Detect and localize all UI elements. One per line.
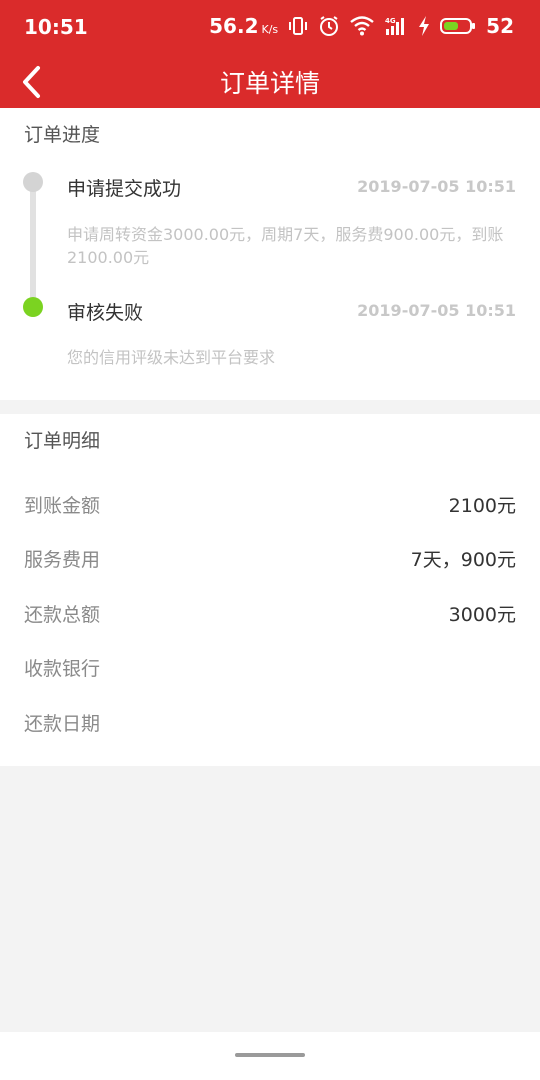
progress-title: 订单进度 <box>24 124 101 146</box>
timeline-line <box>30 184 36 308</box>
status-time: 10:51 <box>24 15 88 39</box>
network-speed-value: 56.2 <box>209 14 259 38</box>
detail-label-service-fee: 服务费用 <box>24 549 101 571</box>
battery-percent: 52 <box>486 14 514 38</box>
step-desc-failed: 您的信用评级未达到平台要求 <box>67 348 276 367</box>
step-title-failed: 审核失败 <box>67 302 144 324</box>
wifi-icon <box>350 16 374 36</box>
detail-label-received: 到账金额 <box>24 495 101 517</box>
vibrate-icon <box>288 16 308 36</box>
network-speed-unit: K/s <box>261 23 279 36</box>
signal-4g-icon: 4G <box>384 16 408 36</box>
detail-value-service-fee: 7天，900元 <box>410 549 516 571</box>
step-desc-submitted: 申请周转资金3000.00元，周期7天，服务费900.00元，到账2100.00… <box>67 225 504 267</box>
details-title: 订单明细 <box>24 430 101 452</box>
status-icons: 56.2 K/s 4G 52 <box>209 14 514 38</box>
order-progress-card: 订单进度 申请提交成功 2019-07-05 10:51 申请周转资金3000.… <box>0 108 540 400</box>
nav-bar: 订单详情 <box>0 56 540 108</box>
detail-label-bank: 收款银行 <box>24 658 101 680</box>
timeline-dot-failed <box>23 297 43 317</box>
detail-label-total-repay: 还款总额 <box>24 604 101 626</box>
status-bar: 10:51 56.2 K/s 4G 52 <box>0 0 540 56</box>
step-time-submitted: 2019-07-05 10:51 <box>357 177 516 196</box>
order-details-card: 订单明细 到账金额 2100元 服务费用 7天，900元 还款总额 3000元 … <box>0 414 540 766</box>
alarm-icon <box>318 15 340 37</box>
step-title-submitted: 申请提交成功 <box>67 178 182 200</box>
detail-value-total-repay: 3000元 <box>448 604 516 626</box>
detail-label-repay-date: 还款日期 <box>24 713 101 735</box>
page-title: 订单详情 <box>219 69 320 98</box>
timeline-dot-submitted <box>23 172 43 192</box>
svg-text:4G: 4G <box>385 17 396 25</box>
battery-icon <box>440 16 476 36</box>
home-indicator[interactable] <box>235 1053 305 1057</box>
detail-value-received: 2100元 <box>448 495 516 517</box>
step-time-failed: 2019-07-05 10:51 <box>357 301 516 320</box>
network-speed: 56.2 K/s <box>209 14 278 38</box>
charging-icon <box>418 16 430 36</box>
